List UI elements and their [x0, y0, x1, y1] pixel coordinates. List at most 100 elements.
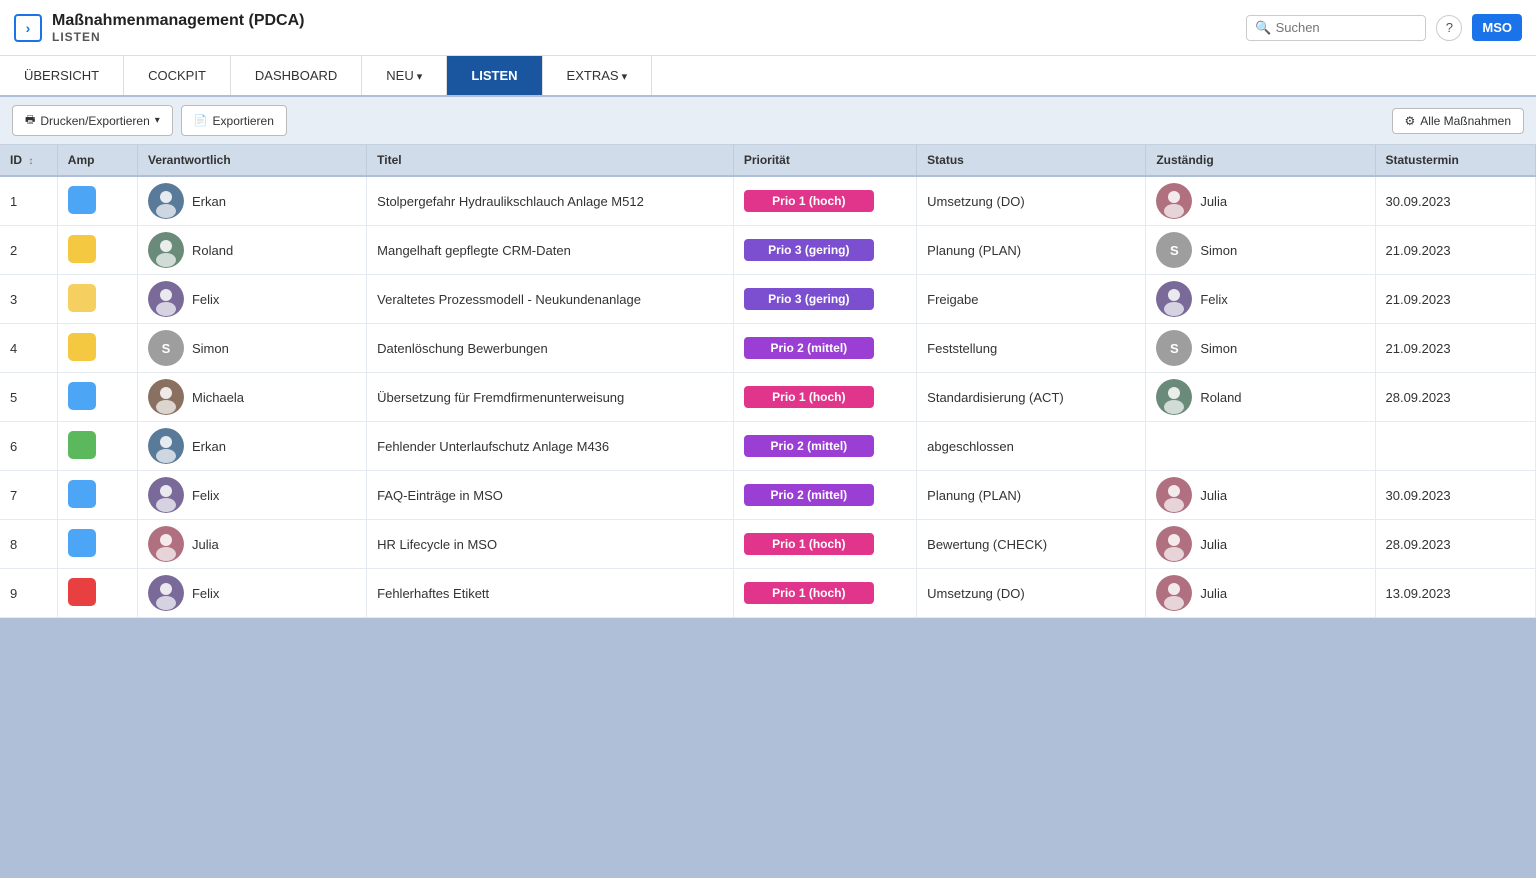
table-row[interactable]: 2 RolandMangelhaft gepflegte CRM-DatenPr… [0, 226, 1536, 275]
priority-badge: Prio 2 (mittel) [744, 337, 874, 359]
priority-badge: Prio 1 (hoch) [744, 533, 874, 555]
zustaendig-name: Julia [1200, 194, 1227, 209]
cell-id: 1 [0, 176, 57, 226]
cell-statustermin: 21.09.2023 [1375, 324, 1536, 373]
table-row[interactable]: 4SSimonDatenlöschung BewerbungenPrio 2 (… [0, 324, 1536, 373]
cell-verantwortlich: Erkan [137, 422, 366, 471]
cell-status: abgeschlossen [917, 422, 1146, 471]
cell-statustermin: 21.09.2023 [1375, 226, 1536, 275]
cell-id: 8 [0, 520, 57, 569]
verantwortlich-name: Felix [192, 292, 219, 307]
cell-prioritaet: Prio 3 (gering) [733, 226, 916, 275]
cell-statustermin [1375, 422, 1536, 471]
cell-prioritaet: Prio 1 (hoch) [733, 176, 916, 226]
table-row[interactable]: 6 ErkanFehlender Unterlaufschutz Anlage … [0, 422, 1536, 471]
cell-zustaendig: Julia [1146, 569, 1375, 618]
cell-statustermin: 30.09.2023 [1375, 471, 1536, 520]
priority-badge: Prio 2 (mittel) [744, 435, 874, 457]
alle-massnahmen-button[interactable]: ⚙ Alle Maßnahmen [1392, 108, 1524, 134]
zustaendig-name: Felix [1200, 292, 1227, 307]
col-header-amp: Amp [57, 145, 137, 176]
cell-status: Umsetzung (DO) [917, 176, 1146, 226]
col-header-statustermin: Statustermin [1375, 145, 1536, 176]
cell-zustaendig: SSimon [1146, 226, 1375, 275]
header-title: Maßnahmenmanagement (PDCA) LISTEN [52, 12, 1246, 44]
cell-prioritaet: Prio 2 (mittel) [733, 324, 916, 373]
priority-badge: Prio 1 (hoch) [744, 386, 874, 408]
cell-zustaendig: Julia [1146, 176, 1375, 226]
cell-id: 2 [0, 226, 57, 275]
nav-item-dashboard[interactable]: DASHBOARD [231, 56, 362, 95]
export-icon: 📄 [194, 114, 208, 127]
cell-prioritaet: Prio 1 (hoch) [733, 569, 916, 618]
table-row[interactable]: 9 FelixFehlerhaftes EtikettPrio 1 (hoch)… [0, 569, 1536, 618]
priority-badge: Prio 3 (gering) [744, 239, 874, 261]
cell-amp [57, 176, 137, 226]
search-box[interactable]: 🔍 [1246, 15, 1426, 41]
cell-titel: HR Lifecycle in MSO [367, 520, 734, 569]
print-export-button[interactable]: 🖶 Drucken/Exportieren ▾ [12, 105, 173, 136]
nav-item-ubersicht[interactable]: ÜBERSICHT [0, 56, 124, 95]
cell-titel: Übersetzung für Fremdfirmenunterweisung [367, 373, 734, 422]
table-container: ID ↕ Amp Verantwortlich Titel Priorität … [0, 145, 1536, 618]
nav-item-cockpit[interactable]: COCKPIT [124, 56, 231, 95]
toolbar: 🖶 Drucken/Exportieren ▾ 📄 Exportieren ⚙ … [0, 97, 1536, 145]
cell-statustermin: 21.09.2023 [1375, 275, 1536, 324]
cell-id: 7 [0, 471, 57, 520]
nav-item-neu[interactable]: NEU [362, 56, 447, 95]
zustaendig-name: Roland [1200, 390, 1241, 405]
help-button[interactable]: ? [1436, 15, 1462, 41]
table-row[interactable]: 8 JuliaHR Lifecycle in MSOPrio 1 (hoch)B… [0, 520, 1536, 569]
cell-verantwortlich: Michaela [137, 373, 366, 422]
nav-bar: ÜBERSICHT COCKPIT DASHBOARD NEU LISTEN E… [0, 56, 1536, 97]
filter-icon: ⚙ [1405, 114, 1416, 128]
col-header-verantwortlich: Verantwortlich [137, 145, 366, 176]
cell-status: Planung (PLAN) [917, 226, 1146, 275]
cell-verantwortlich: Roland [137, 226, 366, 275]
verantwortlich-name: Felix [192, 586, 219, 601]
cell-prioritaet: Prio 2 (mittel) [733, 422, 916, 471]
sub-title: LISTEN [52, 30, 1246, 44]
cell-verantwortlich: SSimon [137, 324, 366, 373]
cell-id: 9 [0, 569, 57, 618]
cell-prioritaet: Prio 1 (hoch) [733, 520, 916, 569]
zustaendig-name: Julia [1200, 586, 1227, 601]
cell-verantwortlich: Felix [137, 471, 366, 520]
col-header-zustaendig: Zuständig [1146, 145, 1375, 176]
cell-status: Planung (PLAN) [917, 471, 1146, 520]
table-header-row: ID ↕ Amp Verantwortlich Titel Priorität … [0, 145, 1536, 176]
cell-zustaendig: Julia [1146, 520, 1375, 569]
header: › Maßnahmenmanagement (PDCA) LISTEN 🔍 ? … [0, 0, 1536, 56]
cell-zustaendig: Felix [1146, 275, 1375, 324]
sort-icon-id[interactable]: ↕ [28, 156, 33, 167]
back-button[interactable]: › [14, 14, 42, 42]
toolbar-left: 🖶 Drucken/Exportieren ▾ 📄 Exportieren [12, 105, 287, 136]
cell-verantwortlich: Felix [137, 275, 366, 324]
cell-prioritaet: Prio 2 (mittel) [733, 471, 916, 520]
header-right: 🔍 ? MSO [1246, 14, 1522, 41]
cell-amp [57, 520, 137, 569]
verantwortlich-name: Simon [192, 341, 229, 356]
cell-prioritaet: Prio 1 (hoch) [733, 373, 916, 422]
export-button[interactable]: 📄 Exportieren [181, 105, 287, 136]
cell-prioritaet: Prio 3 (gering) [733, 275, 916, 324]
cell-status: Bewertung (CHECK) [917, 520, 1146, 569]
table-row[interactable]: 7 FelixFAQ-Einträge in MSOPrio 2 (mittel… [0, 471, 1536, 520]
cell-id: 4 [0, 324, 57, 373]
table-row[interactable]: 1 Erkan Stolpergefahr Hydraulikschlauch A… [0, 176, 1536, 226]
nav-item-extras[interactable]: EXTRAS [543, 56, 653, 95]
cell-titel: Stolpergefahr Hydraulikschlauch Anlage M… [367, 176, 734, 226]
verantwortlich-name: Roland [192, 243, 233, 258]
search-input[interactable] [1276, 20, 1418, 35]
col-header-id[interactable]: ID ↕ [0, 145, 57, 176]
cell-verantwortlich: Julia [137, 520, 366, 569]
table-row[interactable]: 5 MichaelaÜbersetzung für Fremdfirmenunt… [0, 373, 1536, 422]
cell-status: Umsetzung (DO) [917, 569, 1146, 618]
table-row[interactable]: 3 FelixVeraltetes Prozessmodell - Neukun… [0, 275, 1536, 324]
cell-zustaendig: Julia [1146, 471, 1375, 520]
cell-zustaendig: Roland [1146, 373, 1375, 422]
priority-badge: Prio 2 (mittel) [744, 484, 874, 506]
massnahmen-table: ID ↕ Amp Verantwortlich Titel Priorität … [0, 145, 1536, 618]
verantwortlich-name: Erkan [192, 194, 226, 209]
nav-item-listen[interactable]: LISTEN [447, 56, 542, 95]
